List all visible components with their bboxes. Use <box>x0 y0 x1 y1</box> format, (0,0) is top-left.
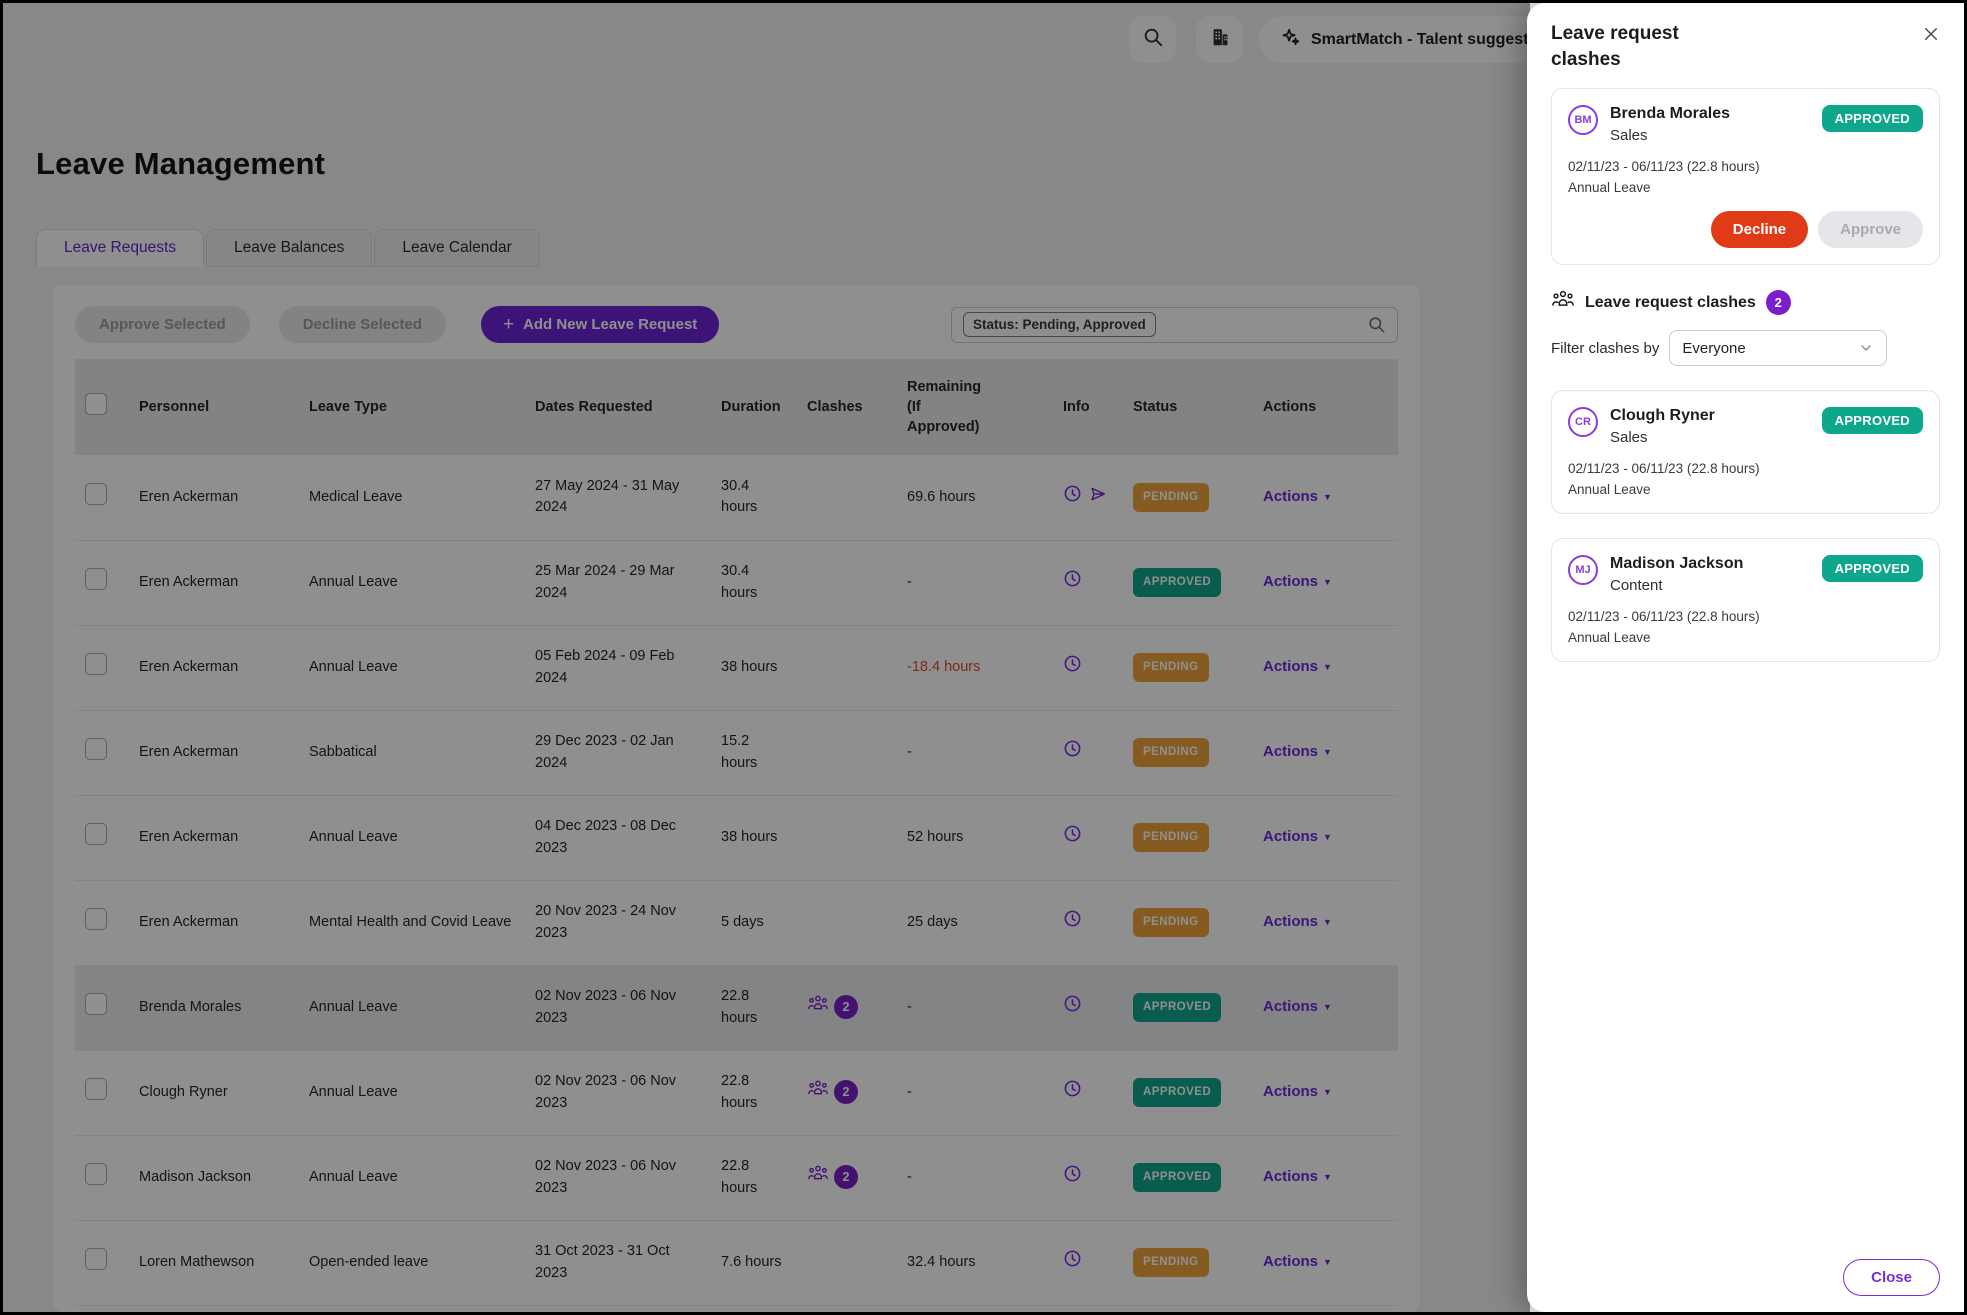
avatar: BM <box>1568 105 1598 135</box>
clashes-section-header: Leave request clashes 2 <box>1551 289 1940 316</box>
leave-request-clashes-panel: Leave request clashes BM Brenda Morales … <box>1527 3 1964 1312</box>
approve-button[interactable]: Approve <box>1818 211 1923 248</box>
panel-title: Leave request clashes <box>1527 3 1735 80</box>
people-icon <box>1551 289 1575 316</box>
status-badge: APPROVED <box>1822 407 1923 434</box>
person-name: Brenda Morales <box>1610 105 1730 123</box>
person-name: Clough Ryner <box>1610 407 1715 425</box>
clash-filter-row: Filter clashes by Everyone <box>1551 330 1940 366</box>
filter-selected-value: Everyone <box>1682 340 1745 357</box>
person-department: Sales <box>1610 127 1730 144</box>
decline-button[interactable]: Decline <box>1711 211 1808 248</box>
avatar: CR <box>1568 407 1598 437</box>
filter-label: Filter clashes by <box>1551 340 1659 357</box>
clash-request-card: CR Clough Ryner Sales APPROVED 02/11/23 … <box>1551 390 1940 514</box>
panel-close-footer-button[interactable]: Close <box>1843 1259 1940 1296</box>
close-icon <box>1922 25 1940 48</box>
section-title: Leave request clashes <box>1585 294 1756 312</box>
leave-type: Annual Leave <box>1568 630 1923 645</box>
leave-dates: 02/11/23 - 06/11/23 (22.8 hours) <box>1568 609 1923 624</box>
leave-type: Annual Leave <box>1568 180 1923 195</box>
chevron-down-icon <box>1858 340 1874 356</box>
status-badge: APPROVED <box>1822 105 1923 132</box>
leave-dates: 02/11/23 - 06/11/23 (22.8 hours) <box>1568 159 1923 174</box>
status-badge: APPROVED <box>1822 555 1923 582</box>
leave-dates: 02/11/23 - 06/11/23 (22.8 hours) <box>1568 461 1923 476</box>
clash-request-card: MJ Madison Jackson Content APPROVED 02/1… <box>1551 538 1940 662</box>
leave-type: Annual Leave <box>1568 482 1923 497</box>
modal-dim-overlay[interactable] <box>3 3 1530 1312</box>
person-name: Madison Jackson <box>1610 555 1743 573</box>
person-department: Sales <box>1610 429 1715 446</box>
clash-request-card: BM Brenda Morales Sales APPROVED 02/11/2… <box>1551 88 1940 265</box>
panel-close-button[interactable] <box>1920 25 1942 47</box>
person-department: Content <box>1610 577 1743 594</box>
clash-filter-select[interactable]: Everyone <box>1669 330 1887 366</box>
avatar: MJ <box>1568 555 1598 585</box>
clash-count-badge: 2 <box>1766 290 1791 315</box>
